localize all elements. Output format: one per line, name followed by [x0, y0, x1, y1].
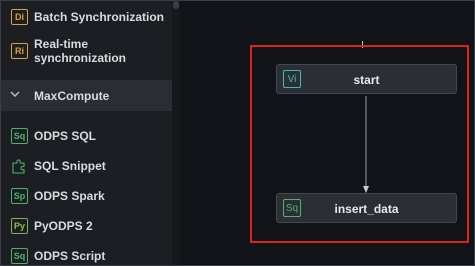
highlight-box [250, 45, 469, 243]
